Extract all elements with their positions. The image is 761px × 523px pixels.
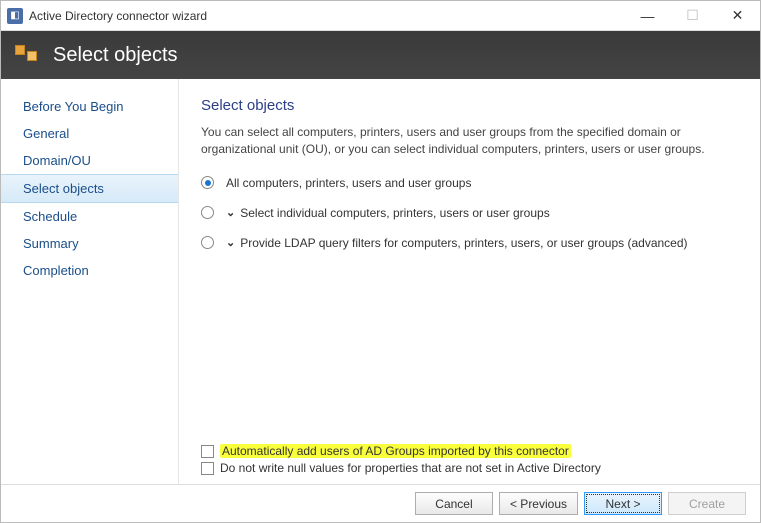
checkbox-label: Do not write null values for properties … — [220, 461, 601, 475]
sidebar-item-label: General — [23, 126, 69, 141]
window-title: Active Directory connector wizard — [29, 9, 625, 23]
radio-select-individual[interactable]: ⌄ Select individual computers, printers,… — [201, 206, 736, 220]
wizard-banner: Select objects — [1, 31, 760, 79]
chevron-down-icon: ⌄ — [226, 236, 235, 249]
objects-icon — [15, 45, 43, 65]
minimize-button[interactable]: — — [625, 1, 670, 31]
checkbox-icon — [201, 462, 214, 475]
wizard-content: Select objects You can select all comput… — [179, 79, 760, 484]
radio-icon — [201, 176, 214, 189]
close-button[interactable]: ✕ — [715, 1, 760, 31]
bottom-options: Automatically add users of AD Groups imp… — [201, 438, 736, 478]
checkbox-no-null-values[interactable]: Do not write null values for properties … — [201, 461, 736, 475]
page-description: You can select all computers, printers, … — [201, 124, 736, 158]
wizard-footer: Cancel < Previous Next > Create — [1, 484, 760, 522]
radio-label: All computers, printers, users and user … — [226, 176, 471, 190]
previous-button[interactable]: < Previous — [499, 492, 578, 515]
sidebar-item-select-objects[interactable]: Select objects — [1, 174, 178, 203]
checkbox-auto-add-users[interactable]: Automatically add users of AD Groups imp… — [201, 444, 736, 458]
sidebar-item-domain-ou[interactable]: Domain/OU — [1, 147, 178, 174]
sidebar-item-label: Summary — [23, 236, 79, 251]
sidebar-item-before-you-begin[interactable]: Before You Begin — [1, 93, 178, 120]
create-button: Create — [668, 492, 746, 515]
sidebar-item-schedule[interactable]: Schedule — [1, 203, 178, 230]
sidebar-item-completion[interactable]: Completion — [1, 257, 178, 284]
radio-icon — [201, 236, 214, 249]
wizard-steps-sidebar: Before You Begin General Domain/OU Selec… — [1, 79, 179, 484]
wizard-body: Before You Begin General Domain/OU Selec… — [1, 79, 760, 484]
next-button[interactable]: Next > — [584, 492, 662, 515]
page-heading: Select objects — [201, 97, 736, 114]
sidebar-item-label: Select objects — [23, 181, 104, 196]
sidebar-item-label: Schedule — [23, 209, 77, 224]
radio-all-objects[interactable]: All computers, printers, users and user … — [201, 176, 736, 190]
titlebar: ◧ Active Directory connector wizard — ☐ … — [1, 1, 760, 31]
radio-ldap-query[interactable]: ⌄ Provide LDAP query filters for compute… — [201, 236, 736, 250]
cancel-button[interactable]: Cancel — [415, 492, 493, 515]
sidebar-item-label: Domain/OU — [23, 153, 91, 168]
app-icon: ◧ — [7, 8, 23, 24]
radio-label: Select individual computers, printers, u… — [240, 206, 549, 220]
sidebar-item-summary[interactable]: Summary — [1, 230, 178, 257]
sidebar-item-label: Completion — [23, 263, 89, 278]
banner-title: Select objects — [53, 44, 178, 67]
sidebar-item-general[interactable]: General — [1, 120, 178, 147]
checkbox-icon — [201, 445, 214, 458]
sidebar-item-label: Before You Begin — [23, 99, 123, 114]
radio-label: Provide LDAP query filters for computers… — [240, 236, 687, 250]
maximize-button[interactable]: ☐ — [670, 1, 715, 31]
checkbox-label: Automatically add users of AD Groups imp… — [220, 444, 571, 458]
radio-icon — [201, 206, 214, 219]
chevron-down-icon: ⌄ — [226, 206, 235, 219]
selection-mode-group: All computers, printers, users and user … — [201, 176, 736, 266]
